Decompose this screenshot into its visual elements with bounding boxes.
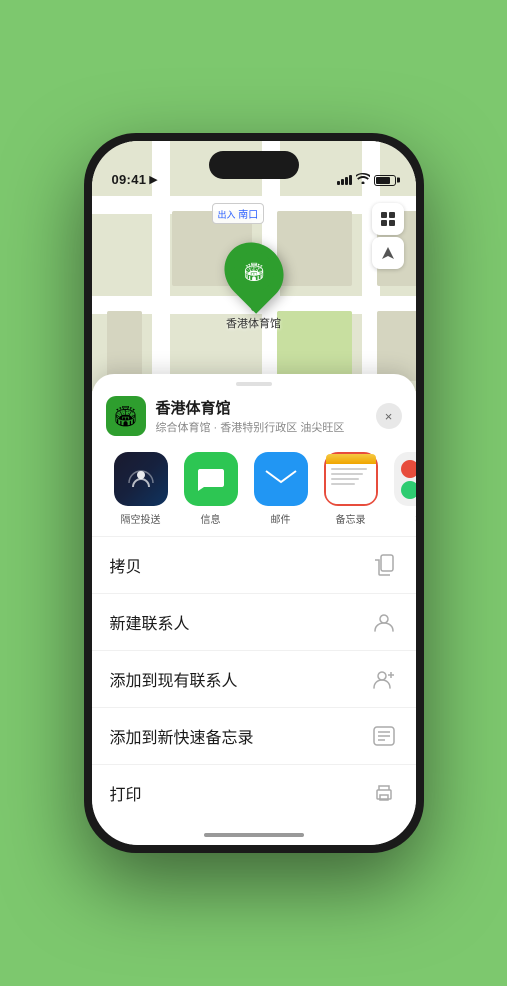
add-contact-icon xyxy=(370,665,398,693)
home-indicator xyxy=(204,833,304,837)
share-item-notes[interactable]: 备忘录 xyxy=(316,452,386,526)
action-copy-label: 拷贝 xyxy=(110,553,142,577)
messages-icon xyxy=(184,452,238,506)
airdrop-label: 隔空投送 xyxy=(121,511,161,526)
messages-label: 信息 xyxy=(201,511,221,526)
place-info: 香港体育馆 综合体育馆 · 香港特别行政区 油尖旺区 xyxy=(156,397,366,435)
location-arrow-icon: ▶ xyxy=(149,173,157,186)
more-icon xyxy=(394,452,416,506)
notes-icon-content xyxy=(326,454,376,504)
airdrop-icon xyxy=(114,452,168,506)
action-new-contact-label: 新建联系人 xyxy=(110,610,190,634)
map-pin-label: 香港体育馆 xyxy=(226,315,281,331)
location-button[interactable] xyxy=(372,237,404,269)
close-button[interactable]: × xyxy=(376,403,402,429)
action-quick-note-label: 添加到新快速备忘录 xyxy=(110,724,254,748)
map-controls[interactable] xyxy=(372,203,404,269)
status-time: 09:41 xyxy=(112,172,147,187)
place-icon: 🏟 xyxy=(106,396,146,436)
map-pin: 🏟 香港体育馆 xyxy=(226,241,282,331)
map-pin-inner: 🏟 xyxy=(234,252,274,292)
place-name: 香港体育馆 xyxy=(156,397,366,418)
map-entrance-label: 出入 南口 xyxy=(212,203,265,224)
wifi-icon xyxy=(356,173,370,187)
action-print[interactable]: 打印 xyxy=(92,764,416,821)
mail-icon xyxy=(254,452,308,506)
status-icons xyxy=(337,173,396,187)
signal-bars-icon xyxy=(337,175,352,185)
new-contact-icon xyxy=(370,608,398,636)
battery-icon xyxy=(374,175,396,186)
notes-icon xyxy=(324,452,378,506)
copy-icon xyxy=(370,551,398,579)
notes-label: 备忘录 xyxy=(336,511,366,526)
quick-note-icon xyxy=(370,722,398,750)
share-item-mail[interactable]: 邮件 xyxy=(246,452,316,526)
phone-frame: 09:41 ▶ xyxy=(84,133,424,853)
more-dots-grid xyxy=(399,458,416,501)
action-add-contact[interactable]: 添加到现有联系人 xyxy=(92,650,416,707)
action-print-label: 打印 xyxy=(110,781,142,805)
action-add-contact-label: 添加到现有联系人 xyxy=(110,667,238,691)
share-item-airdrop[interactable]: 隔空投送 xyxy=(106,452,176,526)
action-quick-note[interactable]: 添加到新快速备忘录 xyxy=(92,707,416,764)
mail-label: 邮件 xyxy=(271,511,291,526)
action-new-contact[interactable]: 新建联系人 xyxy=(92,593,416,650)
print-icon xyxy=(370,779,398,807)
share-row: 隔空投送 信息 xyxy=(92,446,416,536)
action-copy[interactable]: 拷贝 xyxy=(92,536,416,593)
share-item-more[interactable]: 提 xyxy=(386,452,416,526)
place-subtitle: 综合体育馆 · 香港特别行政区 油尖旺区 xyxy=(156,419,366,435)
map-layers-button[interactable] xyxy=(372,203,404,235)
dynamic-island xyxy=(209,151,299,179)
share-item-messages[interactable]: 信息 xyxy=(176,452,246,526)
phone-screen: 09:41 ▶ xyxy=(92,141,416,845)
bottom-sheet: 🏟 香港体育馆 综合体育馆 · 香港特别行政区 油尖旺区 × xyxy=(92,374,416,845)
place-header: 🏟 香港体育馆 综合体育馆 · 香港特别行政区 油尖旺区 × xyxy=(92,386,416,446)
